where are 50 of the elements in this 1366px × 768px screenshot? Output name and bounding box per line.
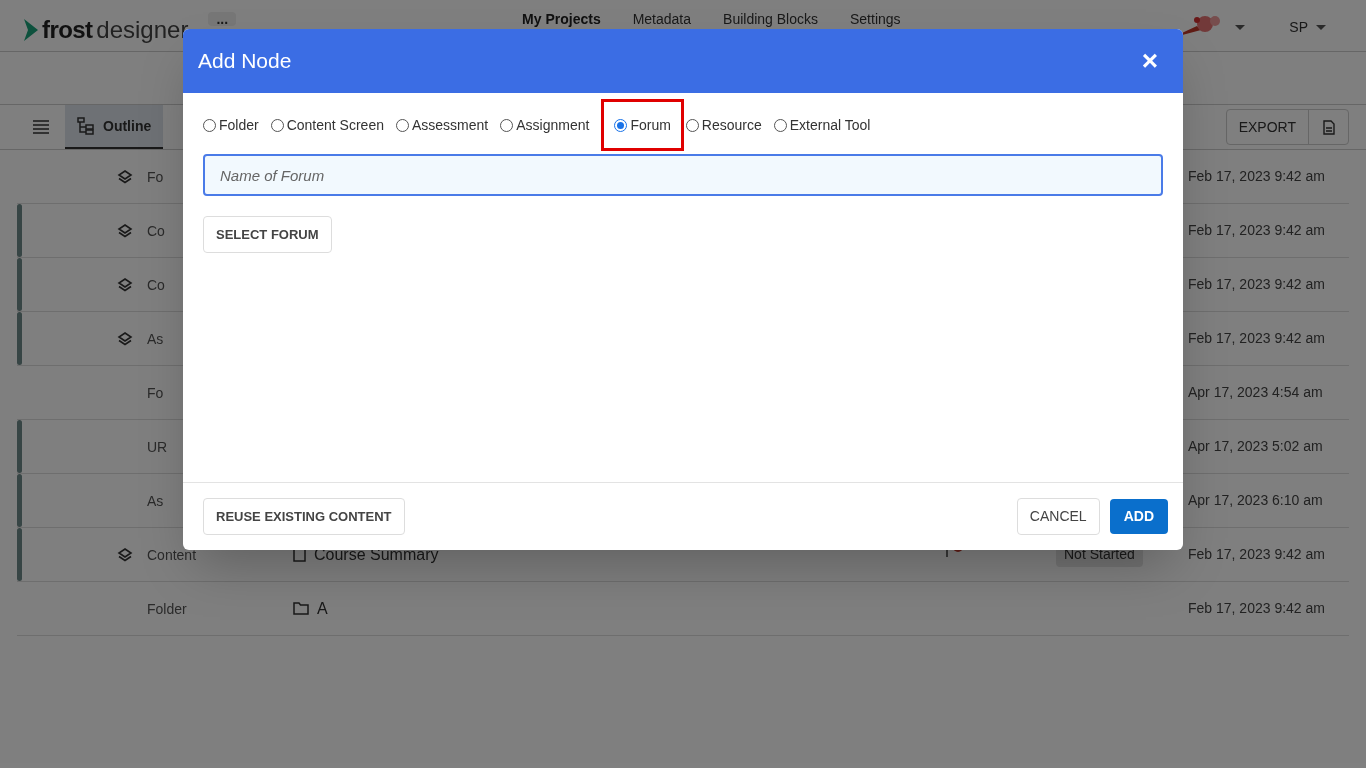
node-type-radio[interactable]: Folder — [203, 114, 259, 136]
modified-date: Apr 17, 2023 4:54 am — [1188, 383, 1323, 402]
folder-icon — [293, 602, 309, 615]
node-type: Co — [147, 276, 165, 293]
dialog-title: Add Node — [198, 48, 292, 75]
select-forum-button[interactable]: SELECT FORUM — [203, 216, 332, 253]
node-type: Content — [147, 546, 197, 563]
node-title[interactable]: A — [317, 596, 328, 621]
logo-suffix: designer — [96, 15, 189, 45]
modified-date: Feb 17, 2023 9:42 am — [1188, 329, 1325, 348]
node-type: Co — [147, 222, 165, 239]
more-button[interactable]: ... — [208, 12, 237, 26]
node-type-radio[interactable]: Resource — [685, 114, 762, 136]
close-button[interactable]: × — [1141, 47, 1158, 75]
nav-link[interactable]: Settings — [850, 12, 901, 27]
modified-date: Feb 17, 2023 9:42 am — [1188, 275, 1325, 294]
caret-icon[interactable] — [1235, 24, 1246, 30]
node-type-radio[interactable]: Content Screen — [270, 114, 384, 136]
add-button[interactable]: ADD — [1109, 499, 1168, 534]
page-icon — [293, 547, 306, 562]
document-icon — [1322, 119, 1335, 135]
modified-date: Feb 17, 2023 9:42 am — [1188, 599, 1325, 618]
menu-icon[interactable] — [33, 120, 49, 134]
modified-date: Apr 17, 2023 6:10 am — [1188, 491, 1323, 510]
node-type: UR — [147, 438, 168, 455]
modified-date: Apr 17, 2023 5:02 am — [1188, 437, 1323, 456]
modified-date: Feb 17, 2023 9:42 am — [1188, 167, 1325, 186]
node-type: Fo — [147, 384, 164, 401]
node-type-radio[interactable]: Forum — [601, 99, 684, 151]
modified-date: Feb 17, 2023 9:42 am — [1188, 545, 1325, 564]
user-menu[interactable]: SP — [1289, 16, 1308, 38]
node-type-radio[interactable]: Assignment — [500, 114, 590, 136]
node-type: Folder — [147, 600, 187, 617]
node-type: As — [147, 330, 164, 347]
modified-date: Feb 17, 2023 9:42 am — [1188, 221, 1325, 240]
node-type-radio[interactable]: External Tool — [773, 114, 871, 136]
caret-icon[interactable] — [1316, 24, 1326, 30]
nav-link[interactable]: My Projects — [522, 12, 601, 27]
nav-link[interactable]: Building Blocks — [723, 12, 818, 27]
node-type-radio[interactable]: Assessment — [396, 114, 489, 136]
logo-text: frost — [42, 15, 93, 45]
reuse-content-button[interactable]: REUSE EXISTING CONTENT — [203, 498, 405, 535]
node-type: Fo — [147, 168, 164, 185]
nav-link[interactable]: Metadata — [632, 12, 692, 27]
node-type: As — [147, 492, 164, 509]
name-field[interactable]: Name of Forum — [203, 154, 1163, 196]
cancel-button[interactable]: CANCEL — [1016, 498, 1100, 535]
logo-chevron-icon — [24, 19, 38, 41]
outline-tab[interactable]: Outline — [65, 105, 164, 149]
outline-icon — [77, 117, 95, 135]
